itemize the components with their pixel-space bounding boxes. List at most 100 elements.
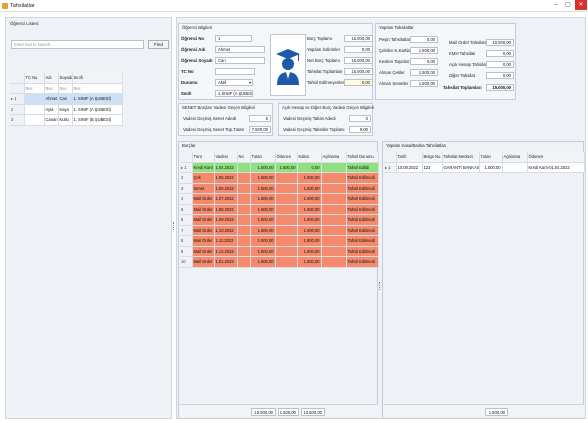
payment-label: Alınan Senetler [379,81,409,86]
total-remaining-sum: 13.500,00 [301,408,325,416]
debt-row[interactable]: ▸ 1 Kredi Kartı 1.04.2022 1.500,00 1.500… [180,162,379,173]
filter-cell[interactable]: Rec [58,83,73,94]
filter-cell[interactable]: Rec [72,83,123,94]
close-button[interactable]: ✕ [575,0,587,10]
table-row[interactable]: 2 Ayla Kaya 1. SINIF (A ŞUBESİ) [10,104,123,115]
payment-label: Açık Hesap Tahsilatı [449,62,488,67]
student-info-header: Öğrenci Bilgileri [182,25,213,30]
collection-status-cell: Tahsil Edilmedi [346,183,379,194]
due-cell: 1.01.2023 [214,256,238,268]
class-cell: 1. SINIF (B ŞUBESİ) [72,114,123,126]
column-header[interactable]: Ödenen [275,152,298,163]
payment-value: 1.500,00 [410,80,438,87]
column-header[interactable]: Vadesi [214,152,238,163]
row-indicator: 3 [180,183,193,194]
discounts-value: 0,00 [344,46,373,53]
remaining-cell: 1.500,00 [297,235,322,247]
due-cell: 1.10.2022 [214,225,238,236]
splitter-handle[interactable] [379,282,381,290]
debt-row[interactable]: 8 Mail Order 1.11.2022 1.500,00 1.500,00… [180,235,379,247]
open-account-header: Açık Hesap ve Diğer Borç Vadesi Geçen Bi… [282,105,375,110]
debt-row[interactable]: 9 Mail Order 1.12.2022 1.500,00 1.500,00… [180,246,379,257]
class-field[interactable]: 1.SINIF (A ŞUBESİ) [215,90,253,97]
column-header[interactable]: Tarih [396,152,423,163]
table-row[interactable]: ▸ 1 10.09.2022 123 GARANTİ BANKASI 1.500… [384,162,585,173]
note-cell [321,256,347,268]
amount-cell: 1.500,00 [250,225,276,236]
column-header[interactable]: TC No [24,73,45,84]
debt-row[interactable]: 5 Mail Order 1.08.2022 1.500,00 1.500,00… [180,204,379,215]
type-cell: Senet [192,183,215,194]
status-select[interactable]: Aktif ▾ [215,79,253,86]
column-header[interactable]: Açıklama [502,152,528,163]
debts-footer: 15.000,00 1.500,00 13.500,00 [180,404,378,418]
table-row[interactable]: 3 Canan Kutlu 1. SINIF (B ŞUBESİ) [10,114,123,126]
student-no-field[interactable]: 1 [215,35,252,42]
total-paid-sum: 1.500,00 [278,408,299,416]
column-header[interactable]: Adı [44,73,59,84]
column-header[interactable]: Belge No [422,152,443,163]
find-button[interactable]: Find [148,40,169,49]
type-cell: Mail Order [192,204,215,215]
debt-row[interactable]: 7 Mail Order 1.10.2022 1.500,00 1.500,00… [180,225,379,236]
filter-cell[interactable]: Rec [24,83,45,94]
name-cell: Canan [44,114,59,126]
column-header[interactable]: Tahsil Durumu [346,152,379,163]
no-cell [237,246,251,257]
tc-no-label: TC No [181,69,194,74]
filter-cell[interactable]: Rec [44,83,59,94]
student-name-field[interactable]: Ahmet [215,46,265,53]
paid-cell [275,256,298,268]
student-name-label: Öğrenci Adı [181,47,206,52]
debt-row[interactable]: 6 Mail Order 1.09.2022 1.500,00 1.500,00… [180,214,379,226]
column-header[interactable]: Kalan [297,152,322,163]
payment-value: 0,00 [486,72,514,79]
payment-label: Çekilen K.Kartları [379,48,413,53]
debt-row[interactable]: 2 Çek 1.05.2022 1.500,00 1.500,00 Tahsil… [180,172,379,184]
column-header[interactable]: Açıklama [321,152,347,163]
class-label: Sınıfı [181,91,192,96]
due-cell: 1.04.2022 [214,162,238,173]
tc-cell [24,104,45,115]
note-cell [502,162,528,173]
no-cell [237,204,251,215]
due-cell: 1.09.2022 [214,214,238,226]
installment-count-label: Vadesi Geçmiş Taksit Adedi [283,116,336,121]
column-header[interactable]: Tutarı [250,152,276,163]
remaining-cell: 1.500,00 [297,214,322,226]
senet-count-label: Vadesi Geçmiş Senet Adedi [183,116,236,121]
splitter-handle[interactable] [173,222,175,230]
debt-row[interactable]: 10 Mail Order 1.01.2023 1.500,00 1.500,0… [180,256,379,268]
column-header[interactable]: Tahsilat Merkezi [442,152,480,163]
no-cell [237,256,251,268]
row-indicator: ▸ 1 [10,93,25,105]
filter-row[interactable]: Rec Rec Rec Rec [10,83,123,94]
column-header[interactable]: Ödenen [527,152,585,163]
table-row[interactable]: ▸ 1 Ahmet Can 1. SINIF (A ŞUBESİ) [10,93,123,105]
total-amount-sum: 15.000,00 [251,408,276,416]
column-header[interactable]: Tutarı [479,152,503,163]
column-header[interactable]: Türü [192,152,215,163]
student-photo[interactable] [270,34,306,96]
status-label: Durumu [181,80,198,85]
debt-row[interactable]: 4 Mail Order 1.07.2022 1.500,00 1.500,00… [180,193,379,205]
note-cell [321,225,347,236]
student-surname-field[interactable]: Can [215,57,265,64]
row-indicator: 6 [180,214,193,226]
chevron-down-icon[interactable]: ▾ [249,80,251,85]
payment-value: 1.500,00 [410,47,438,54]
maximize-button[interactable]: ▢ [562,0,574,10]
column-header[interactable]: Soyadı [58,73,73,84]
remaining-cell: 1.500,00 [297,172,322,184]
tc-no-field[interactable] [215,68,255,75]
note-cell [321,183,347,194]
debt-row[interactable]: 3 Senet 1.06.2022 1.500,00 1.500,00 Tahs… [180,183,379,194]
payment-label: Kesilen Taşınlar [379,59,410,64]
column-header[interactable]: Sınıfı [72,73,123,84]
amount-cell: 1.500,00 [250,172,276,184]
paid-cell [275,246,298,257]
minimize-button[interactable]: – [550,0,562,10]
column-header[interactable]: No [237,152,251,163]
bank-table-header: Tarih Belge No Tahsilat Merkezi Tutarı A… [384,152,585,163]
search-input[interactable]: Enter text to search... [11,40,144,49]
